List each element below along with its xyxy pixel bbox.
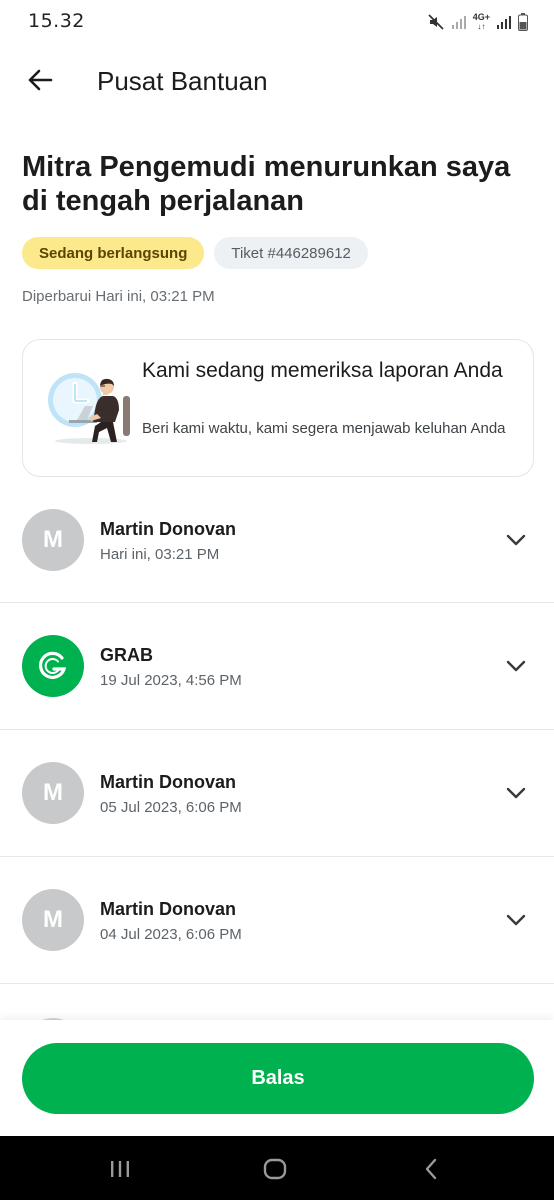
ticket-id-badge: Tiket #446289612 xyxy=(214,237,368,269)
app-bar: Pusat Bantuan xyxy=(0,50,554,114)
message-sender: GRAB xyxy=(100,645,153,665)
signal-icon xyxy=(496,14,512,30)
avatar: M xyxy=(22,509,84,571)
network-4g-icon: 4G+ ↓↑ xyxy=(472,12,490,32)
avatar: M xyxy=(22,762,84,824)
chevron-down-icon[interactable] xyxy=(500,780,532,806)
back-button[interactable] xyxy=(20,62,60,102)
status-badge: Sedang berlangsung xyxy=(22,237,205,269)
status-bar: 15.32 4G+ ↓↑ xyxy=(0,0,554,44)
avatar: M xyxy=(22,889,84,951)
back-nav-icon[interactable] xyxy=(411,1154,451,1184)
home-icon[interactable] xyxy=(255,1154,295,1184)
status-icons: 4G+ ↓↑ xyxy=(427,10,528,34)
message-item[interactable]: G GRAB 19 Jul 2023, 4:56 PM xyxy=(0,603,554,730)
review-status-card: Kami sedang memeriksa laporan Anda Beri … xyxy=(22,339,534,477)
review-description: Beri kami waktu, kami segera menjawab ke… xyxy=(142,420,506,437)
signal-icon xyxy=(451,14,467,30)
review-title: Kami sedang memeriksa laporan Anda xyxy=(142,359,503,382)
message-item[interactable]: M Martin Donovan 04 Jul 2023, 6:06 PM xyxy=(0,857,554,984)
message-item[interactable]: M Martin Donovan 05 Jul 2023, 6:06 PM xyxy=(0,730,554,857)
message-time: 19 Jul 2023, 4:56 PM xyxy=(100,672,242,689)
grab-logo-avatar: G xyxy=(22,635,84,697)
message-time: Hari ini, 03:21 PM xyxy=(100,546,220,563)
bottom-panel: Balas xyxy=(0,1020,554,1136)
mute-icon xyxy=(427,13,445,31)
recent-apps-icon[interactable] xyxy=(100,1154,140,1184)
message-sender: Martin Donovan xyxy=(100,772,237,792)
message-sender: Martin Donovan xyxy=(100,899,237,919)
message-time: 05 Jul 2023, 6:06 PM xyxy=(100,799,242,816)
battery-icon xyxy=(518,13,528,31)
updated-timestamp: Diperbarui Hari ini, 03:21 PM xyxy=(22,288,215,305)
status-time: 15.32 xyxy=(28,10,85,32)
message-time: 04 Jul 2023, 6:06 PM xyxy=(100,926,242,943)
badge-row: Sedang berlangsung Tiket #446289612 xyxy=(22,237,368,269)
chevron-down-icon[interactable] xyxy=(500,527,532,553)
message-sender: Martin Donovan xyxy=(100,519,237,539)
reply-button[interactable]: Balas xyxy=(22,1043,534,1114)
chevron-down-icon[interactable] xyxy=(500,907,532,933)
clock-agent-illustration xyxy=(47,370,133,446)
chevron-down-icon[interactable] xyxy=(500,653,532,679)
grab-g-icon: G xyxy=(36,649,70,683)
ticket-title: Mitra Pengemudi menurunkan saya di tenga… xyxy=(22,151,511,217)
navigation-bar xyxy=(0,1136,554,1200)
message-item[interactable]: M Martin Donovan Hari ini, 03:21 PM xyxy=(0,477,554,603)
arrow-left-icon xyxy=(27,69,53,96)
message-list: M Martin Donovan Hari ini, 03:21 PM G GR… xyxy=(0,477,554,984)
page-title: Pusat Bantuan xyxy=(97,66,268,96)
